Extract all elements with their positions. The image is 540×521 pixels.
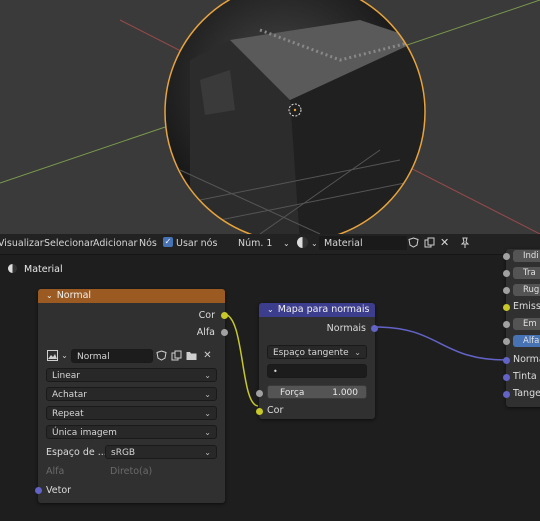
uv-map-field[interactable]: • [267, 364, 367, 378]
chevron-down-icon[interactable]: ⌄ [59, 350, 70, 361]
input-forca-emissao-socket[interactable] [503, 321, 510, 328]
source-dropdown[interactable]: Única imagem ⌄ [46, 425, 217, 439]
chevron-down-icon: ⌄ [204, 409, 211, 418]
input-transmissao-socket[interactable] [503, 270, 510, 277]
input-alfa-socket[interactable] [503, 338, 510, 345]
link-normais-to-normal [375, 326, 507, 361]
input-emissao-label: Emiss [513, 301, 540, 312]
alpha-label: Alfa [46, 466, 65, 477]
duplicate-icon[interactable] [171, 350, 182, 361]
output-normais-socket[interactable] [371, 325, 378, 332]
input-forca-emissao-field[interactable]: Em [513, 318, 540, 330]
image-browse-icon[interactable] [47, 350, 58, 361]
duplicate-icon[interactable] [424, 237, 435, 251]
uv-map-dot-icon: • [273, 367, 278, 376]
color-space-label: Espaço de ... [46, 447, 107, 458]
material-name: Material [324, 238, 363, 249]
color-space-dropdown[interactable]: sRGB ⌄ [105, 445, 217, 459]
input-indice-field[interactable]: Indi [513, 250, 540, 262]
input-alfa-field[interactable]: Alfa [513, 335, 540, 347]
menu-nos[interactable]: Nós [139, 238, 157, 249]
source-value: Única imagem [52, 428, 117, 438]
input-cor-socket[interactable] [256, 408, 263, 415]
link-cor-to-cor [223, 313, 259, 407]
unlink-close-icon[interactable]: ✕ [202, 350, 213, 361]
slot-selector[interactable]: Núm. 1 [238, 238, 272, 249]
chevron-down-icon: ⌄ [354, 348, 361, 357]
chevron-down-icon: ⌄ [204, 371, 211, 380]
chevron-down-icon[interactable]: ⌄ [311, 239, 318, 248]
chevron-down-icon: ⌄ [204, 448, 211, 457]
input-vetor-label: Vetor [46, 485, 72, 496]
use-nodes-label: Usar nós [176, 238, 218, 249]
menu-adicionar[interactable]: Adicionar [93, 238, 137, 249]
input-vetor-socket[interactable] [35, 487, 42, 494]
output-alfa-label: Alfa [196, 327, 215, 338]
output-normais-label: Normais [326, 323, 366, 334]
strength-field[interactable]: Força 1.000 [267, 385, 367, 399]
image-name-field[interactable]: Normal [71, 349, 153, 363]
collapse-chevron-icon[interactable]: ⌄ [267, 305, 274, 314]
extension-value: Repeat [52, 409, 84, 419]
input-tangente-socket[interactable] [503, 391, 510, 398]
input-forca-socket[interactable] [256, 390, 263, 397]
sphere-surface-detail [179, 20, 425, 234]
node-editor-canvas[interactable]: Material ⌄ Normal Cor Alfa ⌄ Normal ✕ Lin… [0, 249, 540, 521]
input-normal-label: Norma [513, 354, 540, 365]
projection-value: Achatar [52, 390, 87, 400]
unlink-close-icon[interactable]: ✕ [440, 236, 449, 249]
alpha-mode-value: Direto(a) [110, 466, 153, 477]
input-emissao-socket[interactable] [503, 304, 510, 311]
output-cor-socket[interactable] [221, 312, 228, 319]
strength-value: 1.000 [332, 388, 358, 398]
output-cor-label: Cor [198, 310, 215, 321]
3d-viewport[interactable] [0, 0, 540, 234]
fake-user-shield-icon[interactable] [408, 237, 419, 251]
strength-label: Força [280, 388, 305, 398]
input-transmissao-field[interactable]: Tra [513, 267, 540, 279]
color-space-value: sRGB [111, 448, 136, 458]
chevron-down-icon: ⌄ [204, 428, 211, 437]
input-normal-socket[interactable] [503, 357, 510, 364]
normal-space-dropdown[interactable]: Espaço tangente ⌄ [267, 345, 367, 359]
normal-map-node[interactable]: ⌄ Mapa para normais Normais Espaço tangen… [256, 303, 378, 419]
chevron-down-icon[interactable]: ⌄ [283, 239, 290, 248]
input-tinta-socket[interactable] [503, 374, 510, 381]
use-nodes-checkbox[interactable]: ✓ [163, 237, 173, 247]
interpolation-dropdown[interactable]: Linear ⌄ [46, 368, 217, 382]
normal-map-node-header[interactable]: ⌄ Mapa para normais [259, 303, 375, 317]
node-editor-header: Visualizar Selecionar Adicionar Nós ✓ Us… [0, 234, 540, 255]
output-alfa-socket[interactable] [221, 329, 228, 336]
image-texture-node[interactable]: ⌄ Normal Cor Alfa ⌄ Normal ✕ Linear ⌄ Acha… [35, 289, 228, 503]
viewport-scene [0, 0, 540, 234]
input-tangente-label: Tange [513, 388, 540, 399]
chevron-down-icon: ⌄ [204, 390, 211, 399]
image-node-title: Normal [56, 290, 92, 301]
pin-icon[interactable] [459, 237, 470, 251]
interpolation-value: Linear [52, 371, 80, 381]
image-node-header[interactable]: ⌄ Normal [38, 289, 225, 303]
extension-dropdown[interactable]: Repeat ⌄ [46, 406, 217, 420]
menu-selecionar[interactable]: Selecionar [44, 238, 94, 249]
material-sphere-icon[interactable] [297, 237, 308, 248]
normal-space-value: Espaço tangente [273, 348, 349, 358]
projection-dropdown[interactable]: Achatar ⌄ [46, 387, 217, 401]
input-indice-socket[interactable] [503, 253, 510, 260]
fake-user-shield-icon[interactable] [156, 350, 167, 361]
folder-icon[interactable] [186, 350, 197, 361]
collapse-chevron-icon[interactable]: ⌄ [46, 291, 53, 300]
principled-bsdf-node[interactable]: Indi Tra Rug Emiss Em Alfa Norma Tinta p… [503, 249, 540, 407]
input-cor-label: Cor [267, 405, 284, 416]
normal-map-node-title: Mapa para normais [277, 304, 370, 315]
input-tinta-label: Tinta p [513, 371, 540, 382]
menu-visualizar[interactable]: Visualizar [0, 238, 44, 249]
input-rugosidade-socket[interactable] [503, 287, 510, 294]
input-rugosidade-field[interactable]: Rug [513, 284, 540, 296]
